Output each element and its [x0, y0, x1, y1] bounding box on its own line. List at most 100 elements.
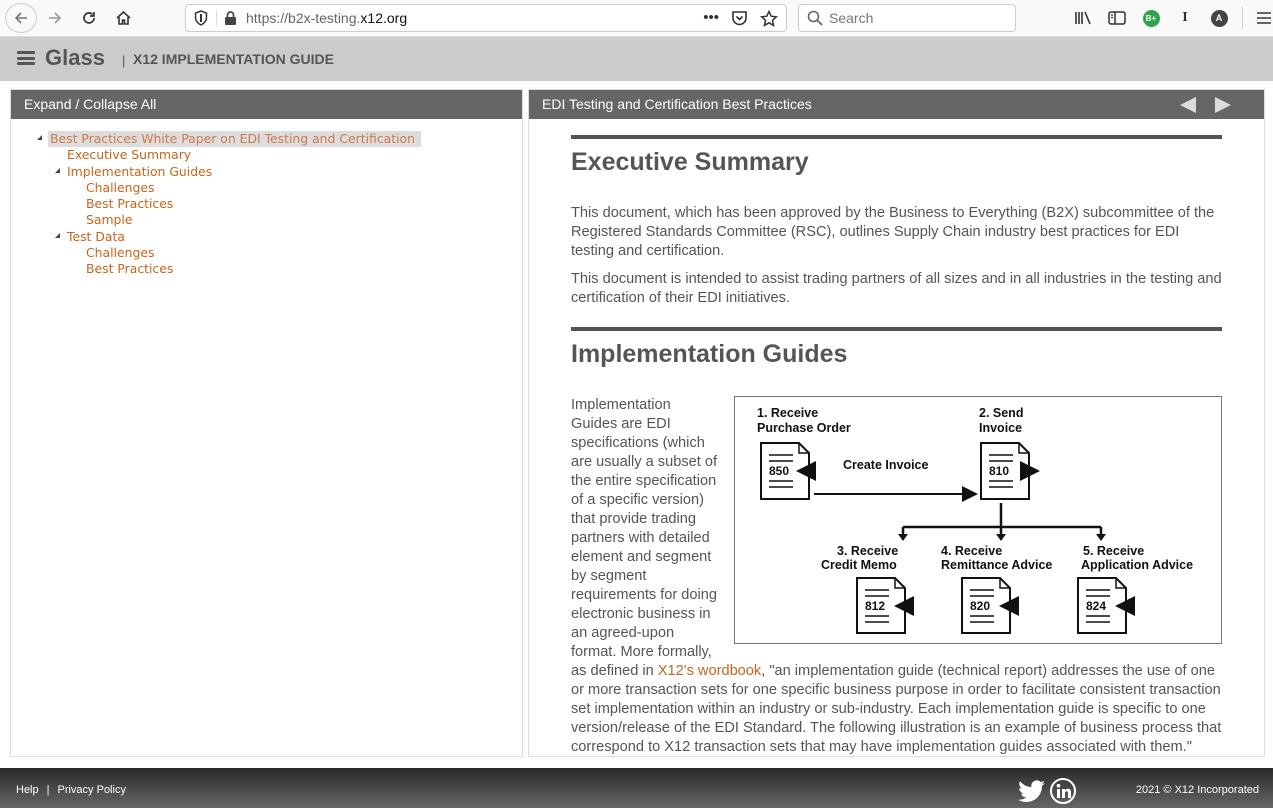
content-panel-header: EDI Testing and Certification Best Pract… [529, 90, 1264, 119]
forward-button[interactable] [40, 4, 70, 32]
pocket-icon[interactable] [731, 10, 748, 26]
sidebar-icon [1108, 11, 1126, 25]
document-812-code: 812 [865, 599, 885, 613]
section-heading-implementation-guides: Implementation Guides [571, 340, 848, 368]
extension-text-button[interactable]: I [1168, 8, 1202, 28]
reload-button[interactable] [74, 4, 104, 32]
toc-item[interactable]: Test Data [11, 229, 522, 245]
browser-menu-button[interactable] [1249, 8, 1273, 28]
privacy-policy-link[interactable]: Privacy Policy [57, 784, 125, 796]
page-actions-icon[interactable]: ••• [703, 9, 719, 27]
copyright: 2021 © X12 Incorporated [1135, 784, 1259, 796]
toc-item[interactable]: Implementation Guides [11, 164, 522, 180]
diagram-step-2-line2: Invoice [979, 421, 1022, 435]
diagram-step-1-line1: 1. Receive [757, 406, 818, 420]
arrow-left-icon [14, 12, 27, 24]
toc-item-label[interactable]: Executive Summary [67, 147, 191, 163]
document-824-code: 824 [1086, 599, 1106, 613]
branch-connector [901, 503, 1103, 537]
section-heading-executive-summary: Executive Summary [571, 148, 809, 176]
toc-item[interactable]: Challenges [11, 180, 522, 196]
business-process-diagram: 1. Receive Purchase Order 2. Send Invoic… [734, 396, 1222, 644]
previous-page-icon[interactable] [1180, 97, 1197, 113]
arrow-right-icon [49, 12, 62, 24]
lock-icon[interactable] [224, 10, 237, 26]
text-cursor-icon: I [1182, 10, 1188, 25]
x12-wordbook-link[interactable]: X12's wordbook [658, 663, 761, 679]
toc-item-label[interactable]: Sample [86, 212, 132, 228]
address-bar[interactable]: https://b2x-testing.x12.org ••• [185, 4, 787, 32]
grade-badge-icon: B+ [1142, 9, 1160, 27]
footer-separator: | [46, 784, 50, 796]
expand-collapse-all[interactable]: Expand / Collapse All [11, 90, 522, 119]
paragraph-text: Implementation Guides are EDI specificat… [571, 397, 718, 679]
app-subtitle: X12 IMPLEMENTATION GUIDE [133, 51, 334, 67]
home-icon [115, 10, 131, 25]
toc-item[interactable]: Best Practices White Paper on EDI Testin… [11, 131, 522, 147]
twitter-icon[interactable] [1018, 780, 1046, 802]
back-button[interactable] [5, 3, 37, 33]
library-button[interactable] [1066, 8, 1100, 28]
toc-item[interactable]: Challenges [11, 245, 522, 261]
expand-toggle-icon[interactable] [55, 167, 60, 173]
diagram-step-4-line2: Remittance Advice [941, 558, 1052, 572]
browser-search-box[interactable] [798, 4, 1016, 32]
document-850-code: 850 [769, 464, 789, 478]
sidebar-toggle-button[interactable] [1100, 8, 1134, 28]
section-divider [571, 135, 1222, 139]
document-title: EDI Testing and Certification Best Pract… [542, 96, 812, 112]
expand-toggle-icon[interactable] [55, 232, 60, 238]
toc-item[interactable]: Executive Summary [11, 147, 522, 163]
reload-icon [83, 12, 95, 24]
url-text[interactable]: https://b2x-testing.x12.org [246, 10, 407, 26]
exec-summary-paragraph-1: This document, which has been approved b… [571, 205, 1215, 259]
toc-item[interactable]: Best Practices [11, 261, 522, 277]
document-content: Executive Summary This document, which h… [571, 135, 1222, 756]
toc-item-label[interactable]: Best Practices [86, 261, 173, 277]
app-menu-button[interactable] [17, 51, 35, 65]
library-icon [1075, 11, 1091, 25]
document-820-code: 820 [970, 599, 990, 613]
account-avatar-icon: A [1210, 9, 1228, 27]
toc-tree: Best Practices White Paper on EDI Testin… [11, 119, 522, 278]
home-button[interactable] [108, 4, 138, 32]
address-divider [216, 10, 217, 27]
help-link[interactable]: Help [16, 784, 39, 796]
account-button[interactable]: A [1202, 8, 1236, 28]
toc-item-label[interactable]: Test Data [67, 229, 125, 245]
branch-arrowheads [898, 534, 1106, 541]
footer: Help | Privacy Policy 2021 © X12 Incorpora… [0, 768, 1273, 808]
exec-summary-paragraph-2: This document is intended to assist trad… [571, 271, 1222, 306]
menu-icon [1257, 12, 1271, 24]
diagram-step-3-line2: Credit Memo [821, 558, 897, 572]
toc-item-label[interactable]: Best Practices [86, 196, 173, 212]
toolbar-divider [1242, 7, 1243, 29]
brand-separator: | [122, 53, 126, 68]
content-panel: EDI Testing and Certification Best Pract… [528, 89, 1265, 757]
expand-toggle-icon[interactable] [37, 135, 42, 140]
app-header: Glass | X12 IMPLEMENTATION GUIDE [0, 37, 1273, 81]
diagram-step-5-line2: Application Advice [1081, 558, 1193, 572]
document-810-code: 810 [989, 464, 1009, 478]
next-page-icon[interactable] [1215, 97, 1232, 113]
toc-item[interactable]: Sample [11, 212, 522, 228]
toc-item-label[interactable]: Best Practices White Paper on EDI Testin… [48, 131, 421, 147]
toc-item[interactable]: Best Practices [11, 196, 522, 212]
browser-search-input[interactable] [829, 9, 1009, 27]
diagram-action-label: Create Invoice [843, 458, 929, 472]
bookmark-star-icon[interactable] [760, 9, 778, 27]
search-icon [807, 10, 823, 26]
toc-item-label[interactable]: Challenges [86, 245, 154, 261]
diagram-step-2-line1: 2. Send [979, 406, 1023, 420]
diagram-step-3-line1: 3. Receive [837, 544, 898, 558]
linkedin-icon[interactable] [1050, 778, 1076, 804]
diagram-step-1-line2: Purchase Order [757, 421, 851, 435]
section-divider [571, 327, 1222, 331]
diagram-step-4-line1: 4. Receive [941, 544, 1002, 558]
extension-grade-button[interactable]: B+ [1134, 8, 1168, 28]
tracking-protection-shield-icon[interactable] [194, 10, 208, 26]
brand-logo[interactable]: Glass [45, 45, 105, 71]
toc-item-label[interactable]: Implementation Guides [67, 164, 212, 180]
diagram-step-5-line1: 5. Receive [1083, 544, 1144, 558]
toc-item-label[interactable]: Challenges [86, 180, 154, 196]
